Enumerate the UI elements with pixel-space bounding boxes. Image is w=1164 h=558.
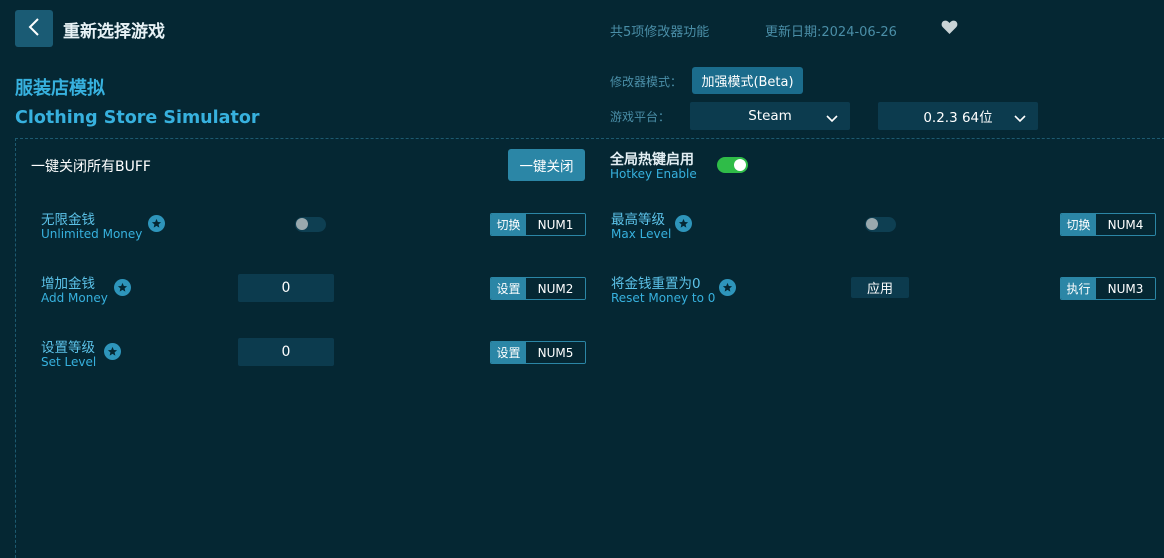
option-label: 最高等级	[611, 212, 665, 228]
star-icon[interactable]	[114, 279, 131, 296]
star-icon[interactable]	[675, 215, 692, 232]
hotkey-key: NUM4	[1096, 214, 1155, 235]
back-arrow-icon	[27, 17, 41, 41]
option-sublabel: Max Level	[611, 227, 672, 241]
unlimited-money-toggle[interactable]	[295, 217, 326, 232]
hotkey-key: NUM3	[1096, 278, 1155, 299]
platform-label: 游戏平台：	[610, 110, 671, 124]
heart-icon[interactable]	[941, 19, 958, 39]
game-name-en: Clothing Store Simulator	[15, 108, 260, 128]
star-icon[interactable]	[719, 279, 736, 296]
hotkey-key: NUM1	[526, 214, 585, 235]
feature-count: 共5项修改器功能	[610, 25, 710, 40]
version-select[interactable]: 0.2.3 64位	[878, 102, 1038, 130]
hotkey-action: 切换	[1061, 214, 1096, 235]
option-label: 增加金钱	[41, 276, 95, 292]
option-label: 设置等级	[41, 340, 95, 356]
hotkey-enable-sublabel: Hotkey Enable	[610, 167, 697, 181]
hotkey-enable-toggle[interactable]	[717, 157, 748, 173]
platform-select[interactable]: Steam	[690, 102, 850, 130]
back-button[interactable]	[15, 10, 53, 47]
option-sublabel: Reset Money to 0	[611, 291, 716, 305]
hotkey-set-level[interactable]: 设置 NUM5	[490, 341, 586, 364]
hotkey-key: NUM2	[526, 278, 585, 299]
page-title[interactable]: 重新选择游戏	[63, 17, 165, 42]
update-date: 更新日期:2024-06-26	[765, 25, 897, 40]
hotkey-action: 设置	[491, 342, 526, 363]
mode-badge[interactable]: 加强模式(Beta)	[692, 67, 803, 94]
reset-money-apply-button[interactable]: 应用	[851, 277, 909, 298]
hotkey-unlimited-money[interactable]: 切换 NUM1	[490, 213, 586, 236]
chevron-down-icon	[1014, 111, 1026, 127]
hotkey-reset-money[interactable]: 执行 NUM3	[1060, 277, 1156, 300]
option-label: 将金钱重置为0	[611, 276, 701, 292]
disable-all-button[interactable]: 一键关闭	[508, 149, 585, 181]
hotkey-action: 切换	[491, 214, 526, 235]
mode-label: 修改器模式：	[610, 75, 683, 89]
star-icon[interactable]	[148, 215, 165, 232]
option-sublabel: Add Money	[41, 291, 108, 305]
hotkey-enable-label: 全局热键启用	[610, 152, 694, 168]
max-level-toggle[interactable]	[865, 217, 896, 232]
disable-all-label: 一键关闭所有BUFF	[31, 159, 151, 175]
add-money-input[interactable]: 0	[238, 274, 334, 302]
option-label: 无限金钱	[41, 212, 95, 228]
game-name-cn: 服装店模拟	[15, 78, 105, 99]
option-sublabel: Set Level	[41, 355, 97, 369]
hotkey-add-money[interactable]: 设置 NUM2	[490, 277, 586, 300]
platform-value: Steam	[748, 108, 792, 124]
version-value: 0.2.3 64位	[923, 110, 993, 126]
hotkey-max-level[interactable]: 切换 NUM4	[1060, 213, 1156, 236]
chevron-down-icon	[826, 111, 838, 127]
options-panel	[15, 138, 1164, 558]
set-level-input[interactable]: 0	[238, 338, 334, 366]
hotkey-action: 执行	[1061, 278, 1096, 299]
star-icon[interactable]	[104, 343, 121, 360]
hotkey-action: 设置	[491, 278, 526, 299]
hotkey-key: NUM5	[526, 342, 585, 363]
option-sublabel: Unlimited Money	[41, 227, 143, 241]
